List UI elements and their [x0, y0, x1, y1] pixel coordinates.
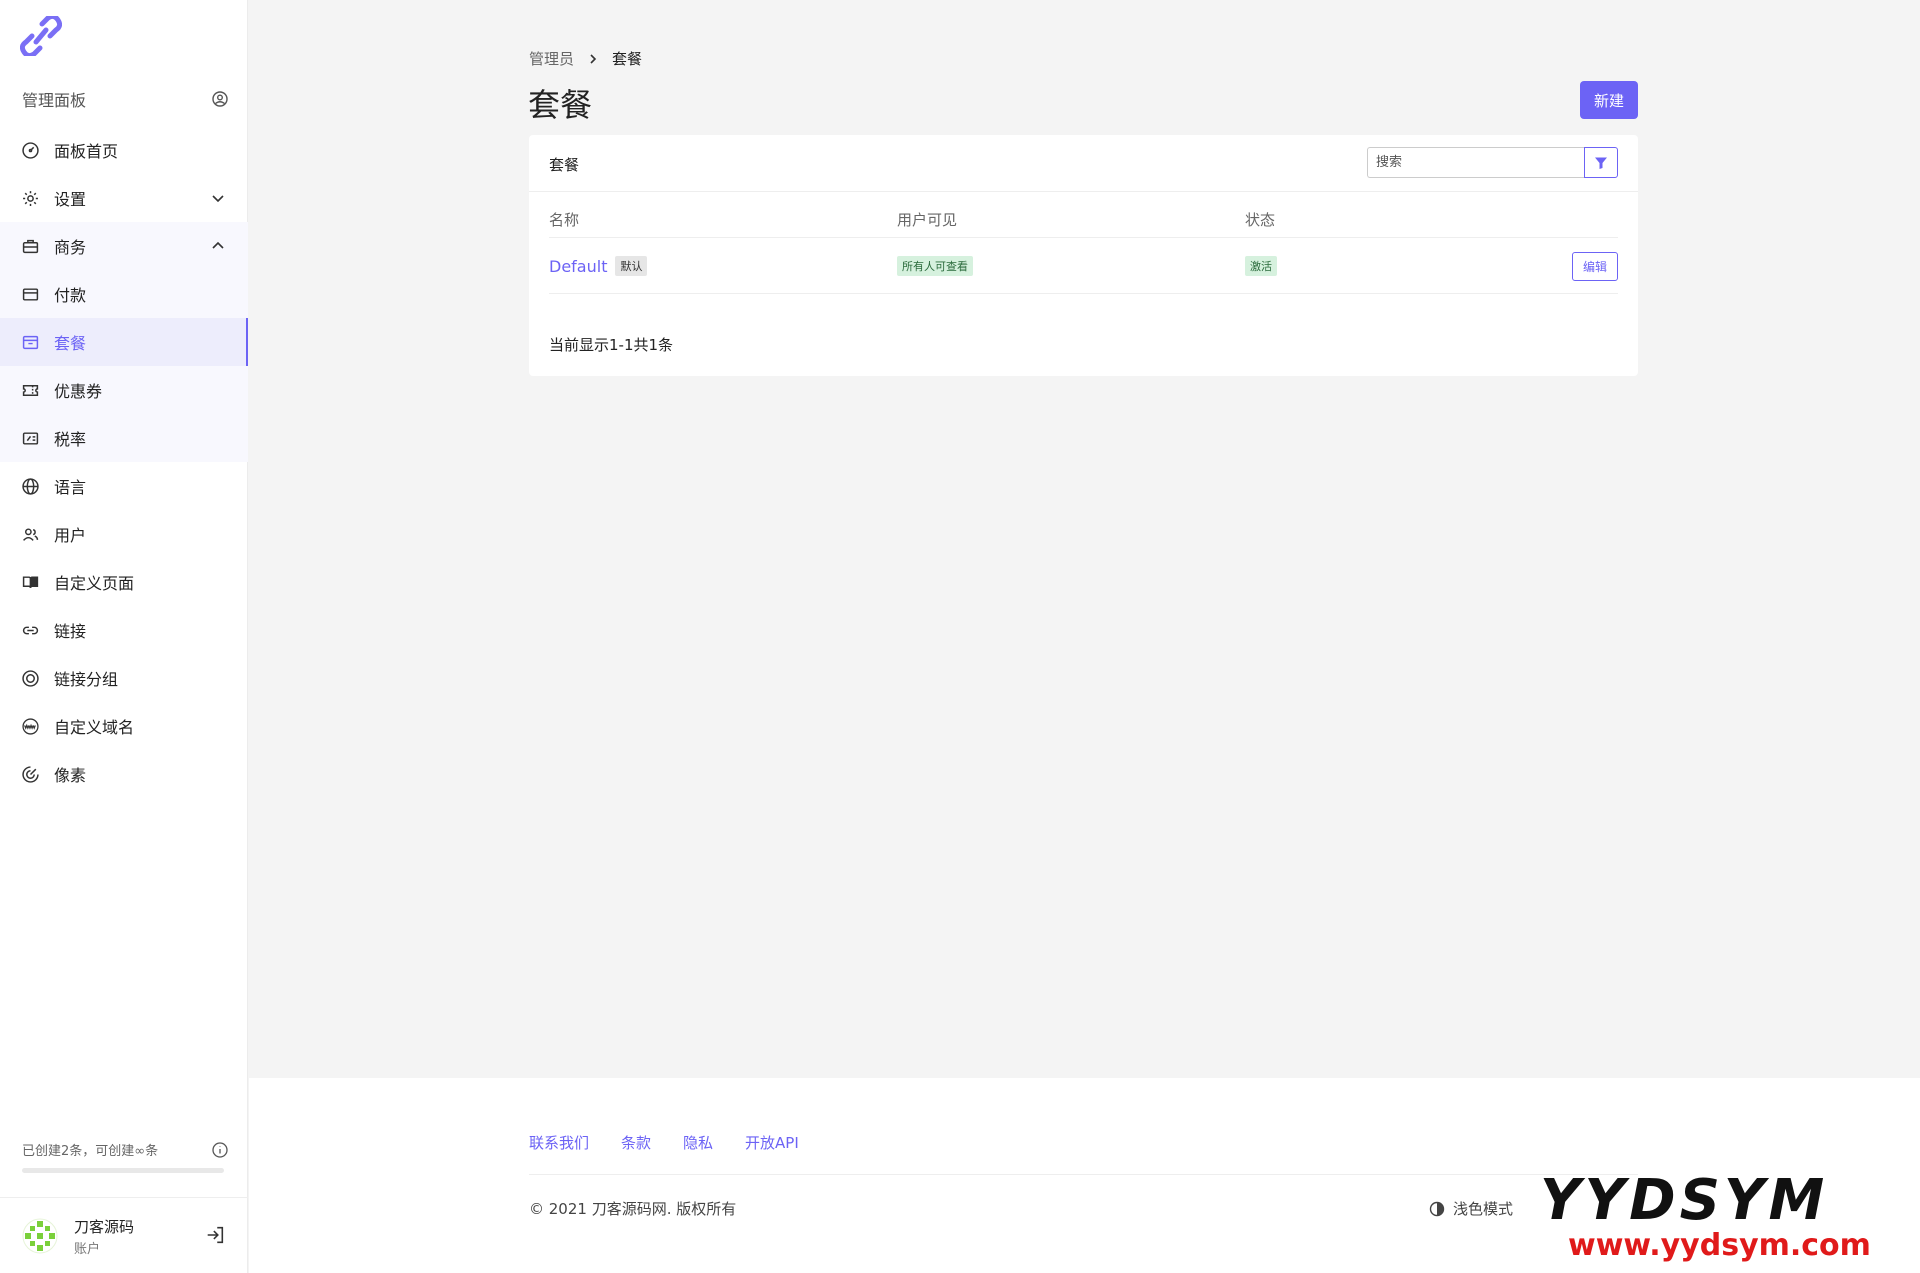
sidebar-item-label: 套餐 — [54, 334, 87, 353]
filter-icon — [1595, 157, 1607, 169]
sidebar-item-link-groups[interactable]: 链接分组 — [0, 654, 248, 702]
sidebar-item-label: 链接 — [54, 622, 87, 641]
footer-link-api[interactable]: 开放API — [745, 1132, 799, 1153]
globe-icon — [22, 477, 39, 495]
breadcrumb-current: 套餐 — [612, 50, 643, 68]
edit-button[interactable]: 编辑 — [1572, 251, 1618, 281]
package-icon — [22, 335, 39, 349]
sidebar-item-tax-rates[interactable]: 税率 — [0, 414, 248, 462]
sidebar-item-payments[interactable]: 付款 — [0, 270, 248, 318]
sidebar-item-label: 优惠券 — [54, 382, 103, 401]
page-title: 套餐 — [528, 86, 593, 124]
admin-panel-label: 管理面板 — [22, 91, 87, 110]
sidebar-item-pixels[interactable]: 像素 — [0, 750, 248, 798]
logout-icon[interactable] — [206, 1226, 224, 1244]
sidebar-item-label: 用户 — [54, 526, 87, 545]
sidebar-item-label: 面板首页 — [54, 142, 119, 161]
footer-link-contact[interactable]: 联系我们 — [529, 1132, 589, 1153]
status-cell: 激活 — [1245, 238, 1277, 294]
actions-cell: 编辑 — [1572, 238, 1618, 294]
link-icon — [22, 626, 39, 634]
account-name: 刀客源码 — [74, 1218, 135, 1236]
sidebar-item-label: 链接分组 — [54, 670, 119, 689]
theme-toggle[interactable]: 浅色模式 — [1429, 1198, 1513, 1219]
sidebar-item-coupons[interactable]: 优惠券 — [0, 366, 248, 414]
watermark-logo-text: YYDSYM — [1540, 1168, 1829, 1233]
visibility-cell: 所有人可查看 — [897, 238, 973, 294]
gear-icon — [23, 190, 38, 206]
column-header-visibility: 用户可见 — [897, 211, 958, 229]
sidebar-item-label: 自定义页面 — [54, 574, 135, 593]
sidebar-item-label: 商务 — [54, 238, 87, 257]
sidebar-item-custom-pages[interactable]: 自定义页面 — [0, 558, 248, 606]
column-header-name: 名称 — [549, 211, 580, 229]
sidebar-item-plans[interactable]: 套餐 — [0, 318, 248, 366]
search-input[interactable] — [1367, 147, 1585, 178]
breadcrumb: 管理员 套餐 — [529, 48, 642, 69]
footer-link-privacy[interactable]: 隐私 — [683, 1132, 713, 1153]
sidebar-item-links[interactable]: 链接 — [0, 606, 248, 654]
filter-button[interactable] — [1584, 147, 1618, 178]
sidebar-item-custom-domains[interactable]: 自定义域名 — [0, 702, 248, 750]
sidebar-item-settings[interactable]: 设置 — [0, 174, 248, 222]
link-quota: 已创建2条，可创建∞条 — [22, 1140, 228, 1159]
users-icon — [23, 527, 39, 541]
book-open-icon — [22, 575, 39, 588]
user-circle-icon[interactable] — [212, 91, 228, 107]
new-plan-button[interactable]: 新建 — [1580, 81, 1638, 119]
sidebar-item-label: 语言 — [54, 478, 87, 497]
watermark: YYDSYM www.yydsym.com — [1540, 1168, 1910, 1268]
card-title: 套餐 — [549, 156, 580, 174]
chevron-up-icon[interactable] — [210, 238, 226, 254]
admin-panel-header: 管理面板 — [22, 86, 228, 112]
sidebar-item-label: 税率 — [54, 430, 87, 449]
card-header: 套餐 — [529, 135, 1638, 192]
radar-icon — [22, 765, 39, 783]
gauge-icon — [22, 141, 39, 159]
sidebar-item-business[interactable]: 商务 — [0, 222, 248, 270]
sidebar: 管理面板 面板首页 设置 商务 付款 套餐 优惠券 税率 语言 用户 自定义页面… — [0, 0, 248, 1273]
ticket-icon — [22, 384, 39, 396]
info-icon[interactable] — [212, 1141, 228, 1158]
default-badge: 默认 — [615, 256, 648, 276]
chevron-down-icon[interactable] — [210, 190, 226, 206]
quota-progress-bar — [22, 1168, 224, 1173]
plan-name-link[interactable]: Default — [549, 257, 607, 276]
sidebar-item-dashboard[interactable]: 面板首页 — [0, 126, 248, 174]
column-header-status: 状态 — [1245, 211, 1276, 229]
sidebar-item-languages[interactable]: 语言 — [0, 462, 248, 510]
table-row: Default 默认 所有人可查看 激活 编辑 — [549, 238, 1618, 294]
target-icon — [22, 669, 39, 687]
footer-links: 联系我们 条款 隐私 开放API — [529, 1132, 799, 1153]
account-panel: 刀客源码 账户 — [0, 1197, 248, 1273]
quota-text: 已创建2条，可创建∞条 — [22, 1144, 159, 1159]
account-subtitle: 账户 — [74, 1242, 101, 1257]
link-logo-icon[interactable] — [20, 16, 62, 56]
sidebar-nav: 面板首页 设置 商务 付款 套餐 优惠券 税率 语言 用户 自定义页面 链接 链… — [0, 126, 248, 798]
sidebar-item-label: 像素 — [54, 766, 87, 785]
footer-divider — [529, 1174, 1638, 1175]
sidebar-item-users[interactable]: 用户 — [0, 510, 248, 558]
visibility-badge: 所有人可查看 — [897, 256, 973, 276]
credit-card-icon — [22, 287, 39, 301]
plan-name-cell: Default 默认 — [549, 238, 648, 294]
footer-link-terms[interactable]: 条款 — [621, 1132, 651, 1153]
chevron-right-icon — [590, 53, 597, 64]
plans-card: 套餐 名称 用户可见 状态 Default 默认 所有人可查看 激活 编辑 当前… — [529, 135, 1638, 376]
sidebar-item-label: 设置 — [54, 190, 87, 209]
watermark-url: www.yydsym.com — [1568, 1228, 1871, 1263]
sidebar-item-label: 付款 — [54, 286, 87, 305]
status-badge: 激活 — [1245, 256, 1277, 276]
briefcase-icon — [22, 239, 39, 253]
table-header: 名称 用户可见 状态 — [549, 209, 1618, 238]
www-globe-icon — [22, 717, 39, 735]
contrast-icon — [1429, 1201, 1445, 1216]
breadcrumb-parent[interactable]: 管理员 — [529, 48, 574, 69]
pagination-info: 当前显示1-1共1条 — [549, 336, 674, 354]
tax-icon — [22, 431, 39, 445]
copyright: © 2021 刀客源码网. 版权所有 — [529, 1200, 737, 1218]
theme-toggle-label: 浅色模式 — [1453, 1200, 1514, 1218]
avatar[interactable] — [22, 1218, 58, 1254]
sidebar-item-label: 自定义域名 — [54, 718, 135, 737]
